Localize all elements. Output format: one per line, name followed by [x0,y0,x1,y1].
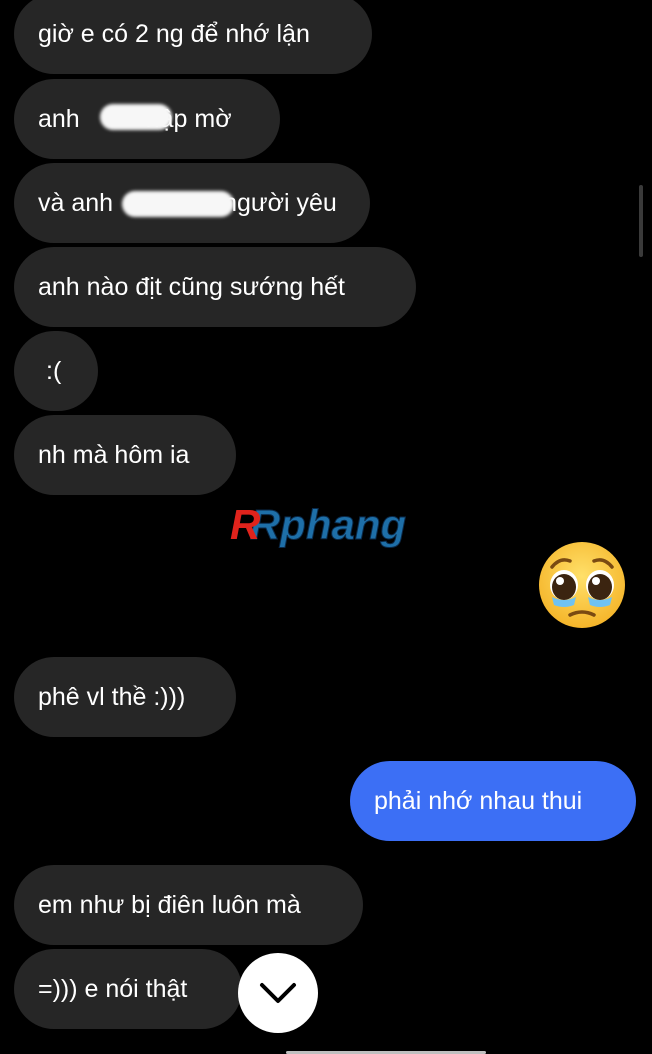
message-bubble-incoming[interactable]: phê vl thề :))) [14,657,236,737]
message-text: và anh [38,188,114,217]
chevron-down-icon [260,983,296,1003]
message-bubble-outgoing[interactable]: phải nhớ nhau thui [350,761,636,841]
message-text: anh [38,104,80,133]
message-bubble-incoming[interactable]: và anh người yêu [14,163,370,243]
redaction-mark [122,191,234,217]
message-bubble-incoming[interactable]: anh nào địt cũng sướng hết [14,247,416,327]
message-bubble-incoming[interactable]: em như bị điên luôn mà [14,865,363,945]
message-bubble-incoming[interactable]: nh mà hôm ia [14,415,236,495]
message-text: người yêu [223,188,337,217]
svg-text:R: R [230,501,261,548]
message-bubble-incoming[interactable]: =))) e nói thật [14,949,242,1029]
message-text: em như bị điên luôn mà [38,890,301,919]
scrollbar-thumb[interactable] [639,185,643,257]
pleading-face-emoji[interactable] [536,541,628,629]
watermark-logo: Rphang R [230,501,407,549]
message-bubble-incoming[interactable]: :( [14,331,98,411]
message-text: phê vl thề :))) [38,682,186,711]
redaction-mark [100,104,172,130]
scroll-to-bottom-button[interactable] [238,953,318,1033]
message-text: phải nhớ nhau thui [374,786,583,815]
message-bubble-incoming[interactable]: giờ e có 2 ng để nhớ lận [14,0,372,74]
message-text: =))) e nói thật [38,974,188,1003]
message-text: :( [46,356,62,385]
message-text: giờ e có 2 ng để nhớ lận [38,19,310,48]
message-bubble-incoming[interactable]: anh nập mờ [14,79,280,159]
svg-text:Rphang: Rphang [250,501,406,548]
message-text: nh mà hôm ia [38,440,190,469]
message-text: anh nào địt cũng sướng hết [38,272,345,301]
